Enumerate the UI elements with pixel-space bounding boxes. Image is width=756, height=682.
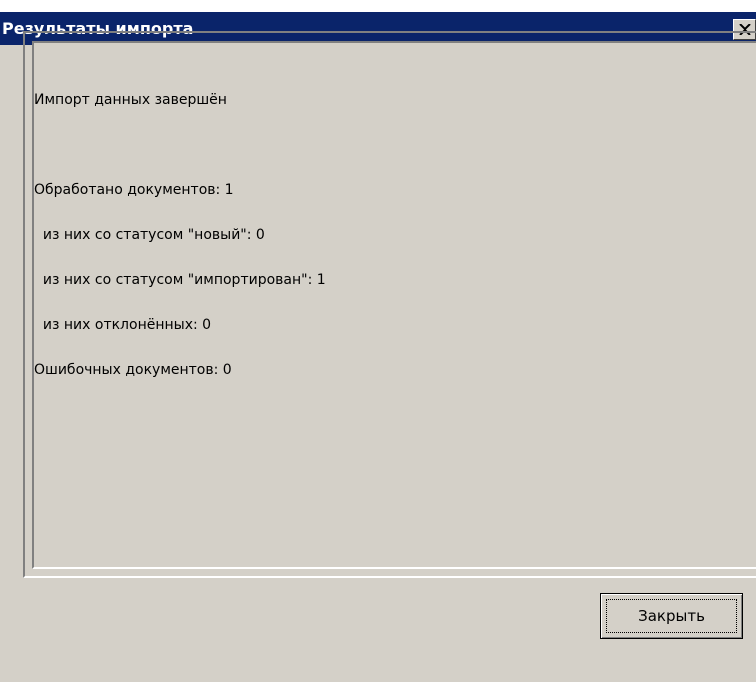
close-button[interactable]: Закрыть xyxy=(600,593,743,639)
report-line-processed: Обработано документов: 1 xyxy=(34,182,234,198)
report-line-blank xyxy=(34,138,326,153)
import-report-text: Импорт данных завершён Обработано докуме… xyxy=(34,63,326,393)
report-line-rejected: из них отклонённых: 0 xyxy=(34,317,212,333)
report-line-imported: из них со статусом "импортирован": 1 xyxy=(34,272,326,288)
report-line-errors: Ошибочных документов: 0 xyxy=(34,362,232,378)
report-line-new: из них со статусом "новый": 0 xyxy=(34,227,265,243)
close-button-label: Закрыть xyxy=(638,607,705,625)
report-line-status: Импорт данных завершён xyxy=(34,92,227,108)
